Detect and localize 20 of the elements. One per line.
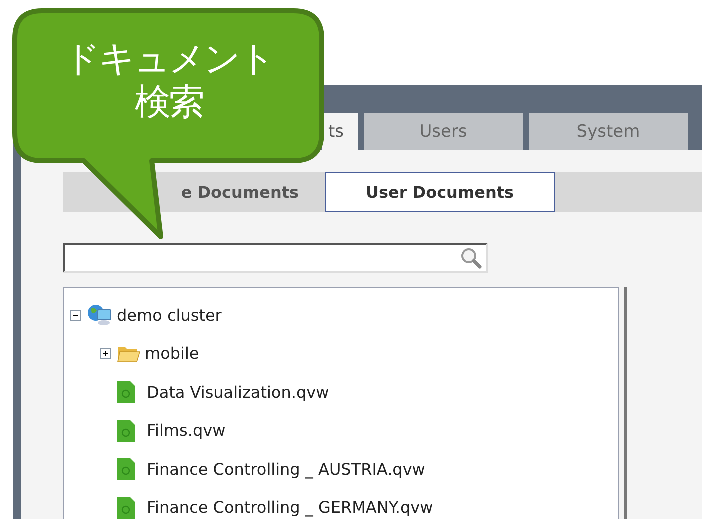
tree-item[interactable]: Finance Controlling _ AUSTRIA.qvw (147, 460, 426, 479)
tree-item[interactable]: Finance Controlling _ GERMANY.qvw (147, 498, 434, 518)
tree-item[interactable]: Films.qvw (147, 421, 226, 440)
callout-text: 検索 (135, 81, 203, 124)
document-icon (117, 458, 135, 480)
collapse-icon[interactable] (70, 310, 83, 321)
sub-tab[interactable]: e Documents (63, 172, 325, 212)
tab[interactable]: ts (322, 113, 358, 150)
sub-tab[interactable]: User Documents (325, 172, 555, 212)
search-field[interactable] (63, 243, 488, 273)
document-icon (117, 496, 135, 519)
document-icon (117, 420, 135, 442)
callout-text: ドキュメント (64, 38, 274, 82)
tree-item[interactable]: mobile (145, 344, 200, 364)
document-icon (117, 381, 135, 404)
globe-computer-icon (87, 303, 113, 328)
tree-item[interactable]: demo cluster (117, 306, 222, 325)
search-icon (460, 247, 482, 269)
expand-icon[interactable] (100, 348, 113, 360)
tree-item[interactable]: Data Visualization.qvw (147, 382, 330, 402)
